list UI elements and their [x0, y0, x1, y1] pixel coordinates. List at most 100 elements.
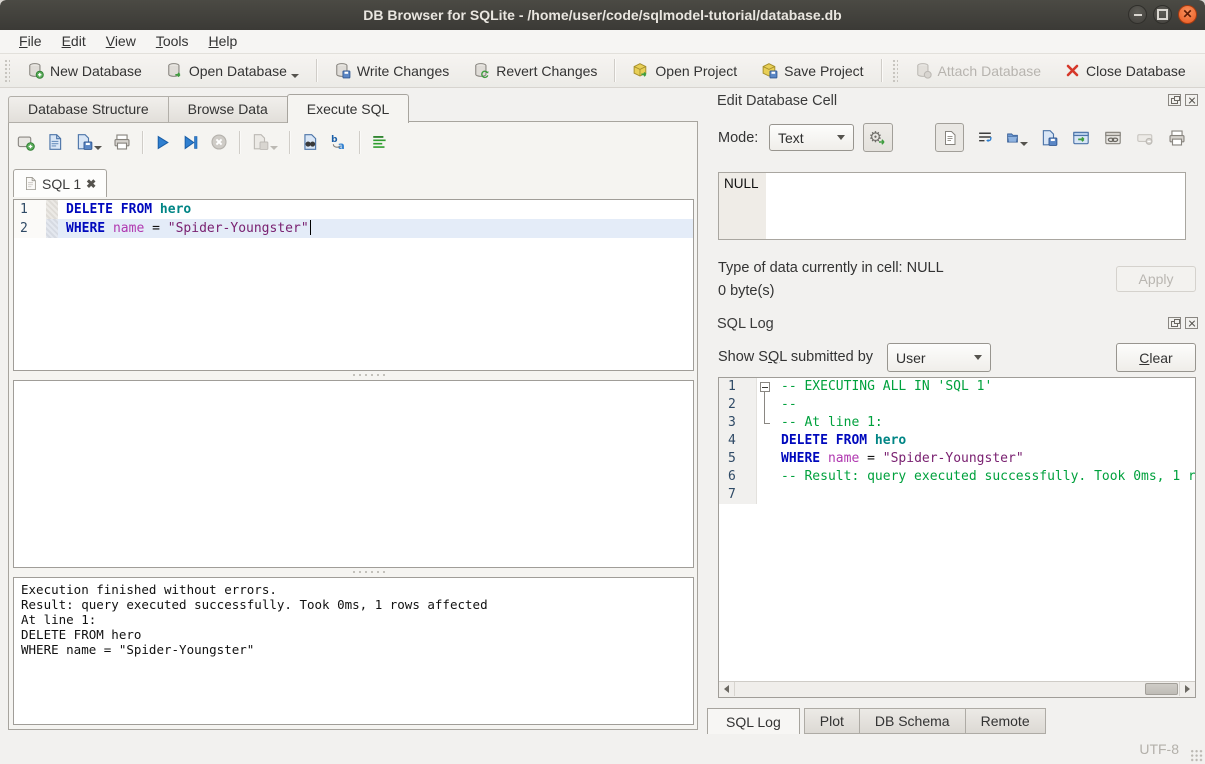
copy-link-button[interactable] [1102, 127, 1124, 149]
tab-sql-log[interactable]: SQL Log [707, 708, 800, 737]
titlebar: DB Browser for SQLite - /home/user/code/… [0, 0, 1205, 31]
set-null-icon [1136, 129, 1154, 147]
attach-database-label: Attach Database [938, 63, 1042, 79]
float-dock-icon[interactable] [1168, 94, 1181, 106]
tab-database-structure[interactable]: Database Structure [8, 96, 169, 123]
scroll-thumb[interactable] [1145, 683, 1178, 695]
line-number: 5 [719, 450, 757, 468]
print-sql-button[interactable] [113, 133, 131, 151]
open-database-dropdown-icon[interactable] [291, 74, 299, 78]
close-dock-icon[interactable] [1185, 94, 1198, 106]
save-project-button[interactable]: Save Project [754, 59, 870, 82]
splitter-editor-results[interactable] [13, 371, 694, 379]
tab-plot[interactable]: Plot [804, 708, 860, 734]
sql1-tab[interactable]: SQL 1 ✖ [13, 169, 107, 197]
open-in-external-button[interactable] [1070, 127, 1092, 149]
stop-icon [210, 133, 228, 151]
statusbar: UTF-8 [0, 734, 1205, 764]
mode-select[interactable]: Text [769, 124, 854, 151]
tab-remote[interactable]: Remote [966, 708, 1046, 734]
format-sql-button[interactable] [371, 133, 389, 151]
new-sql-tab-icon [17, 133, 35, 151]
new-database-button[interactable]: New Database [20, 59, 149, 82]
cell-size-info: 0 byte(s) [718, 283, 774, 299]
open-database-button[interactable]: Open Database [159, 59, 306, 82]
code-line: 6-- Result: query executed successfully.… [719, 468, 1195, 486]
cell-value: NULL [724, 176, 759, 191]
tab-browse-data[interactable]: Browse Data [169, 96, 288, 123]
sql-toolbar: ba [17, 129, 389, 155]
print-cell-button[interactable] [1166, 127, 1188, 149]
window-title: DB Browser for SQLite - /home/user/code/… [0, 0, 1205, 30]
menu-view[interactable]: View [97, 30, 145, 53]
main-toolbar: New Database Open Database Write Changes… [0, 53, 1205, 88]
maximize-button[interactable] [1153, 5, 1172, 24]
toolbar-grip-2[interactable] [892, 59, 898, 83]
write-changes-button[interactable]: Write Changes [327, 59, 456, 82]
tab-db-schema[interactable]: DB Schema [860, 708, 966, 734]
cell-value-editor[interactable]: NULL [718, 172, 1186, 240]
open-project-button[interactable]: Open Project [625, 59, 744, 82]
sql-log-float-icon[interactable] [1168, 317, 1181, 329]
auto-apply-button[interactable]: ⚙ [863, 123, 893, 152]
toolbar-grip[interactable] [4, 59, 10, 83]
sql-editor[interactable]: 1DELETE FROM hero2WHERE name = "Spider-Y… [13, 199, 694, 371]
resize-grip[interactable] [1190, 749, 1203, 762]
code-line: 5WHERE name = "Spider-Youngster" [719, 450, 1195, 468]
replace-button[interactable]: ba [330, 133, 348, 151]
import-cell-data-button[interactable] [1006, 127, 1028, 149]
fold-margin [757, 486, 773, 504]
sql-log-filter-select[interactable]: User [887, 343, 991, 372]
execution-message-pane[interactable]: Execution finished without errors. Resul… [13, 577, 694, 725]
cell-type-info: Type of data currently in cell: NULL [718, 260, 944, 276]
mode-label: Mode: [718, 130, 758, 146]
sql-log-pane[interactable]: 1-- EXECUTING ALL IN 'SQL 1'2--3-- At li… [718, 377, 1196, 698]
line-number: 3 [719, 414, 757, 432]
save-sql-dropdown-icon[interactable] [94, 146, 102, 150]
line-number: 4 [719, 432, 757, 450]
tab-execute-sql[interactable]: Execute SQL [287, 94, 410, 123]
scroll-right-icon[interactable] [1179, 682, 1195, 696]
splitter-results-log[interactable] [13, 568, 694, 576]
encoding-indicator: UTF-8 [1139, 741, 1179, 757]
execute-line-button[interactable] [182, 134, 199, 151]
menu-tools[interactable]: Tools [147, 30, 198, 53]
new-sql-tab-button[interactable] [17, 133, 35, 151]
sql-log-content: 1-- EXECUTING ALL IN 'SQL 1'2--3-- At li… [719, 378, 1195, 682]
print-icon [113, 133, 131, 151]
code-line: 2WHERE name = "Spider-Youngster" [14, 219, 693, 238]
export-cell-data-button[interactable] [1038, 127, 1060, 149]
menu-file[interactable]: File [10, 30, 51, 53]
fold-marker-icon [757, 396, 773, 414]
menu-edit[interactable]: Edit [53, 30, 95, 53]
menu-help[interactable]: Help [200, 30, 247, 53]
execute-all-button[interactable] [154, 134, 171, 151]
text-mode-button[interactable] [935, 123, 964, 152]
sql-log-dock-buttons [1168, 317, 1198, 329]
word-wrap-icon [977, 129, 994, 146]
minimize-button[interactable] [1128, 5, 1147, 24]
open-sql-file-button[interactable] [46, 133, 64, 151]
new-database-label: New Database [50, 63, 142, 79]
revert-changes-button[interactable]: Revert Changes [466, 59, 604, 82]
code-line: 1DELETE FROM hero [14, 200, 693, 219]
scroll-left-icon[interactable] [719, 682, 735, 696]
sql1-tab-close-icon[interactable]: ✖ [86, 177, 96, 191]
import-dropdown-icon[interactable] [1020, 142, 1028, 146]
save-sql-file-button[interactable] [75, 133, 102, 151]
clear-log-button[interactable]: Clear [1116, 343, 1196, 372]
sql-file-icon [24, 176, 37, 191]
code-line: 2-- [719, 396, 1195, 414]
find-button[interactable] [301, 133, 319, 151]
import-file-icon [1006, 129, 1019, 147]
fold-margin [757, 468, 773, 486]
results-pane[interactable] [13, 380, 694, 568]
close-database-button[interactable]: Close Database [1058, 60, 1193, 82]
mode-value: Text [778, 130, 804, 146]
attach-database-icon [915, 62, 932, 79]
text-document-icon [942, 130, 958, 146]
close-button[interactable]: ✕ [1178, 5, 1197, 24]
sql-log-hscrollbar[interactable] [719, 681, 1195, 697]
sql-log-close-icon[interactable] [1185, 317, 1198, 329]
word-wrap-button[interactable] [974, 127, 996, 149]
